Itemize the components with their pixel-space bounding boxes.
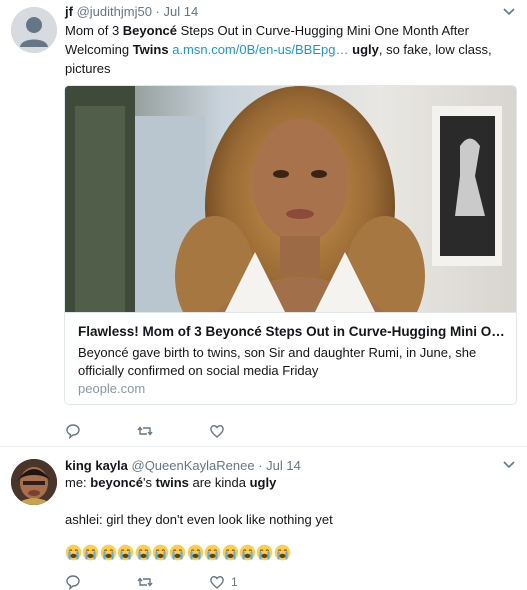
user-handle[interactable]: @QueenKaylaRenee (132, 458, 255, 473)
loudly-crying-face-emoji (152, 544, 169, 561)
retweet-button[interactable] (137, 574, 209, 590)
loudly-crying-face-emoji (187, 544, 203, 561)
loudly-crying-face-emoji (204, 544, 221, 561)
loudly-crying-face-emoji (135, 544, 151, 561)
emoji-row (65, 544, 291, 561)
display-name[interactable]: jf (65, 4, 73, 19)
reply-icon (66, 575, 80, 590)
text-segment: me: (65, 475, 91, 490)
tweet-header: jf @judithjmj50 · Jul 14 (65, 4, 198, 20)
display-name[interactable]: king kayla (65, 458, 128, 473)
tweet-actions: 1 (65, 574, 281, 590)
reply-button[interactable] (65, 574, 137, 590)
hashtag-bold-text: twins (155, 475, 189, 490)
heart-icon (210, 424, 224, 438)
retweet-button[interactable] (137, 423, 209, 439)
tweet-1[interactable]: jf @judithjmj50 · Jul 14 Mom of 3 Beyonc… (0, 0, 527, 447)
separator-dot: · (258, 458, 263, 473)
user-avatar[interactable] (11, 459, 57, 505)
loudly-crying-face-emoji (100, 544, 117, 561)
card-image (65, 86, 516, 312)
hashtag-bold-text: ugly (352, 42, 379, 57)
text-segment: 's (143, 475, 156, 490)
link-card[interactable]: Flawless! Mom of 3 Beyoncé Steps Out in … (64, 85, 517, 405)
heart-icon (210, 575, 224, 589)
like-button[interactable]: 1 (209, 574, 281, 590)
avatar-photo (11, 459, 57, 505)
separator-dot: · (155, 4, 160, 19)
user-handle[interactable]: @judithjmj50 (77, 4, 152, 19)
tweet-2[interactable]: king kayla @QueenKaylaRenee · Jul 14 me:… (0, 448, 527, 590)
hashtag-bold-text: Twins (132, 42, 169, 57)
card-body: Flawless! Mom of 3 Beyoncé Steps Out in … (65, 312, 516, 404)
card-title[interactable]: Flawless! Mom of 3 Beyoncé Steps Out in … (78, 323, 506, 341)
loudly-crying-face-emoji (83, 544, 99, 561)
text-segment: Mom of 3 (65, 23, 123, 38)
tweet-actions (65, 423, 281, 439)
like-button[interactable] (209, 423, 281, 439)
loudly-crying-face-emoji (222, 544, 238, 561)
default-avatar-icon (11, 7, 57, 53)
loudly-crying-face-emoji (274, 544, 290, 561)
tweet-header: king kayla @QueenKaylaRenee · Jul 14 (65, 458, 301, 474)
timestamp[interactable]: Jul 14 (266, 458, 301, 473)
loudly-crying-face-emoji (65, 544, 82, 561)
tweet-text-line: me: beyoncé's twins are kinda ugly (65, 474, 276, 492)
tweet-divider (0, 446, 527, 447)
card-description: Beyoncé gave birth to twins, son Sir and… (78, 345, 477, 378)
text-segment: are kinda (188, 475, 250, 490)
loudly-crying-face-emoji (170, 544, 186, 561)
chevron-down-icon[interactable] (503, 5, 515, 19)
reply-button[interactable] (65, 423, 137, 439)
reply-icon (66, 424, 80, 439)
loudly-crying-face-emoji (239, 544, 256, 561)
tweet-text-line: ashlei: girl they don't even look like n… (65, 512, 333, 527)
hashtag-bold-text: ugly (249, 475, 277, 490)
loudly-crying-face-emoji (117, 544, 134, 561)
chevron-down-icon[interactable] (503, 458, 515, 472)
timestamp[interactable]: Jul 14 (164, 4, 199, 19)
retweet-icon (137, 577, 153, 587)
card-domain: people.com (78, 381, 146, 396)
retweet-icon (137, 426, 153, 436)
url-link[interactable]: a.msn.com/0B/en-us/BBEpg… (172, 42, 348, 57)
hashtag-bold-text: beyoncé (90, 475, 144, 490)
default-avatar[interactable] (11, 7, 57, 53)
tweet-text: Mom of 3 Beyoncé Steps Out in Curve-Hugg… (65, 21, 505, 78)
hashtag-bold-text: Beyoncé (122, 23, 177, 38)
loudly-crying-face-emoji (257, 544, 273, 561)
